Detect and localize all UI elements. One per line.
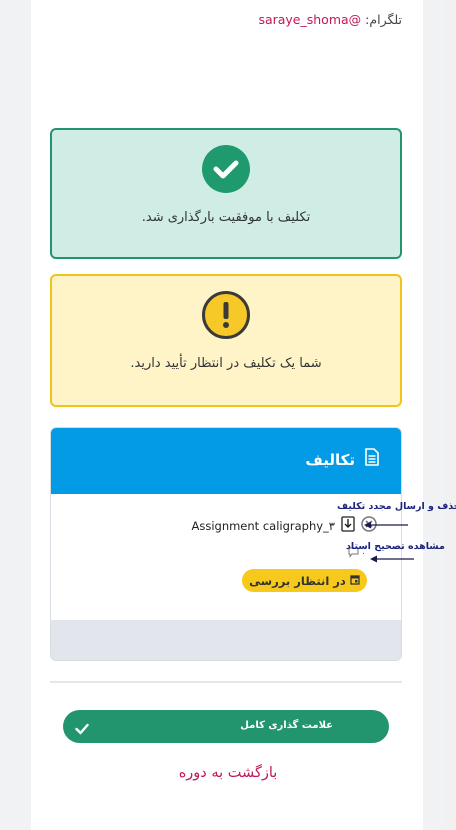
check-icon bbox=[75, 720, 89, 739]
document-icon bbox=[365, 448, 379, 470]
pending-approval-alert: شما یک تکلیف در انتظار تأیید دارید. bbox=[50, 274, 402, 407]
mark-complete-button[interactable]: علامت گذاری کامل bbox=[63, 710, 389, 743]
assignments-title: تکالیف bbox=[305, 451, 355, 469]
back-to-course-link[interactable]: بازگشت به دوره bbox=[0, 765, 456, 781]
delete-resend-annotation: حذف و ارسال مجدد تکلیف bbox=[337, 501, 456, 512]
assignments-header: تکالیف bbox=[51, 428, 401, 494]
success-message: تکلیف با موفقیت بارگذاری شد. bbox=[141, 210, 311, 225]
assignment-file-link[interactable]: Assignment caligraphy_۳ bbox=[191, 519, 335, 533]
exclamation-icon bbox=[202, 291, 250, 339]
status-label: در انتظار بررسی bbox=[249, 573, 346, 588]
warning-message: شما یک تکلیف در انتظار تأیید دارید. bbox=[130, 356, 322, 371]
view-correction-annotation: مشاهده تصحیح استاد bbox=[346, 541, 445, 552]
check-icon bbox=[202, 145, 250, 193]
scrollbar[interactable] bbox=[444, 0, 456, 830]
telegram-info: تلگرام: @saraye_shoma bbox=[258, 12, 402, 27]
assignments-footer bbox=[51, 620, 401, 660]
telegram-handle-link[interactable]: @saraye_shoma bbox=[258, 12, 361, 27]
download-icon[interactable] bbox=[341, 516, 355, 536]
telegram-label: تلگرام: bbox=[365, 12, 402, 27]
content-panel bbox=[31, 0, 423, 830]
arrow-icon bbox=[364, 521, 408, 529]
assignment-file-row: Assignment caligraphy_۳ bbox=[191, 516, 377, 536]
divider bbox=[50, 681, 402, 683]
mark-complete-label: علامت گذاری کامل bbox=[240, 720, 333, 731]
calendar-icon bbox=[350, 574, 360, 588]
arrow-icon bbox=[370, 555, 414, 563]
upload-success-alert: تکلیف با موفقیت بارگذاری شد. bbox=[50, 128, 402, 259]
status-badge: در انتظار بررسی bbox=[242, 569, 367, 592]
